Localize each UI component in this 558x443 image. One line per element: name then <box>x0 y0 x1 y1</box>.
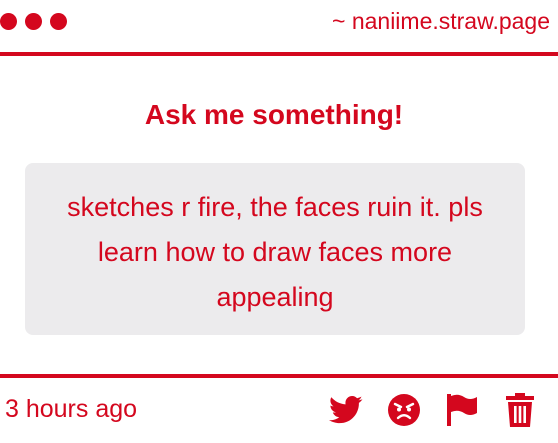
window-dot[interactable] <box>25 13 42 30</box>
delete-button[interactable] <box>502 392 538 428</box>
window-dots <box>0 13 67 30</box>
question-message: sketches r fire, the faces ruin it. pls … <box>25 163 525 335</box>
report-button[interactable] <box>444 392 480 428</box>
timestamp: 3 hours ago <box>5 395 138 423</box>
page: ~ naniime.straw.page Ask me something! s… <box>0 0 558 443</box>
react-button[interactable] <box>386 392 422 428</box>
top-divider <box>0 52 558 56</box>
twitter-share-button[interactable] <box>328 392 364 428</box>
window-dot[interactable] <box>50 13 67 30</box>
prompt-title: Ask me something! <box>144 99 404 130</box>
site-url-link[interactable]: ~ naniime.straw.page <box>332 8 550 35</box>
flag-icon <box>447 394 477 426</box>
question-text: sketches r fire, the faces ruin it. pls … <box>67 192 483 312</box>
angry-face-icon <box>388 394 420 426</box>
window-dot[interactable] <box>0 13 17 30</box>
title-bar: ~ naniime.straw.page <box>0 0 558 52</box>
trash-icon <box>506 393 534 427</box>
twitter-icon <box>329 395 363 424</box>
bottom-divider <box>0 374 558 378</box>
action-bar <box>328 392 538 428</box>
